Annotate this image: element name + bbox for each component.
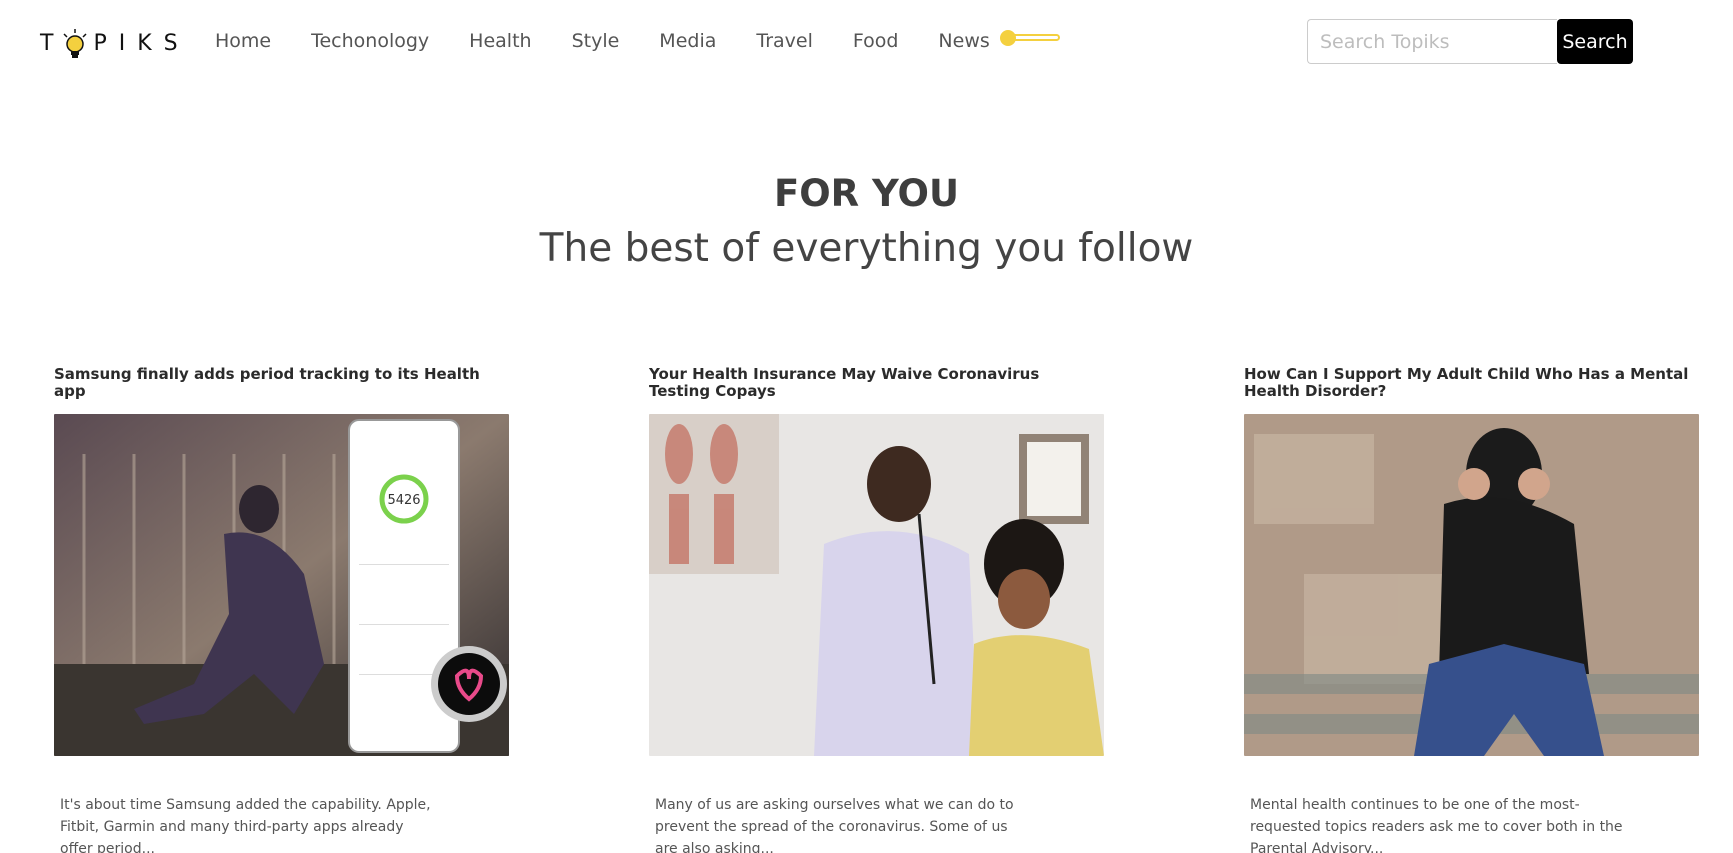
nav-news[interactable]: News — [938, 30, 989, 52]
article-card: Samsung finally adds period tracking to … — [54, 366, 509, 853]
nav-health[interactable]: Health — [469, 30, 531, 52]
search-input[interactable] — [1307, 19, 1557, 64]
nav-menu: Home Techonology Health Style Media Trav… — [215, 30, 1060, 52]
nav-technology[interactable]: Techonology — [311, 30, 429, 52]
article-title[interactable]: Samsung finally adds period tracking to … — [54, 366, 509, 400]
article-card: How Can I Support My Adult Child Who Has… — [1244, 366, 1699, 853]
distressed-person-photo[interactable] — [1244, 414, 1699, 756]
article-excerpt: It's about time Samsung added the capabi… — [60, 797, 431, 853]
article-excerpt: Many of us are asking ourselves what we … — [655, 797, 1014, 853]
toggle-knob — [999, 30, 1016, 46]
nav-travel[interactable]: Travel — [756, 30, 812, 52]
nav-media[interactable]: Media — [659, 30, 716, 52]
hero-subtitle: The best of everything you follow — [539, 226, 1194, 271]
article-card: Your Health Insurance May Waive Coronavi… — [649, 366, 1104, 853]
lightbulb-icon — [61, 28, 89, 60]
nav-home[interactable]: Home — [215, 30, 271, 52]
doctor-patient-photo[interactable] — [649, 414, 1104, 756]
top-navbar: T PIKS Home Techonology Health Style Med… — [0, 0, 1733, 85]
theme-toggle[interactable] — [999, 30, 1060, 46]
nav-food[interactable]: Food — [853, 30, 899, 52]
article-title[interactable]: Your Health Insurance May Waive Coronavi… — [649, 366, 1104, 400]
nav-style[interactable]: Style — [572, 30, 620, 52]
samsung-health-photo[interactable]: 5426 — [54, 414, 509, 756]
article-title[interactable]: How Can I Support My Adult Child Who Has… — [1244, 366, 1699, 400]
article-excerpt: Mental health continues to be one of the… — [1250, 797, 1623, 853]
site-logo[interactable]: T PIKS — [40, 28, 190, 58]
search-button[interactable]: Search — [1557, 19, 1633, 64]
svg-text:5426: 5426 — [387, 493, 420, 508]
hero-title: FOR YOU — [773, 172, 960, 215]
